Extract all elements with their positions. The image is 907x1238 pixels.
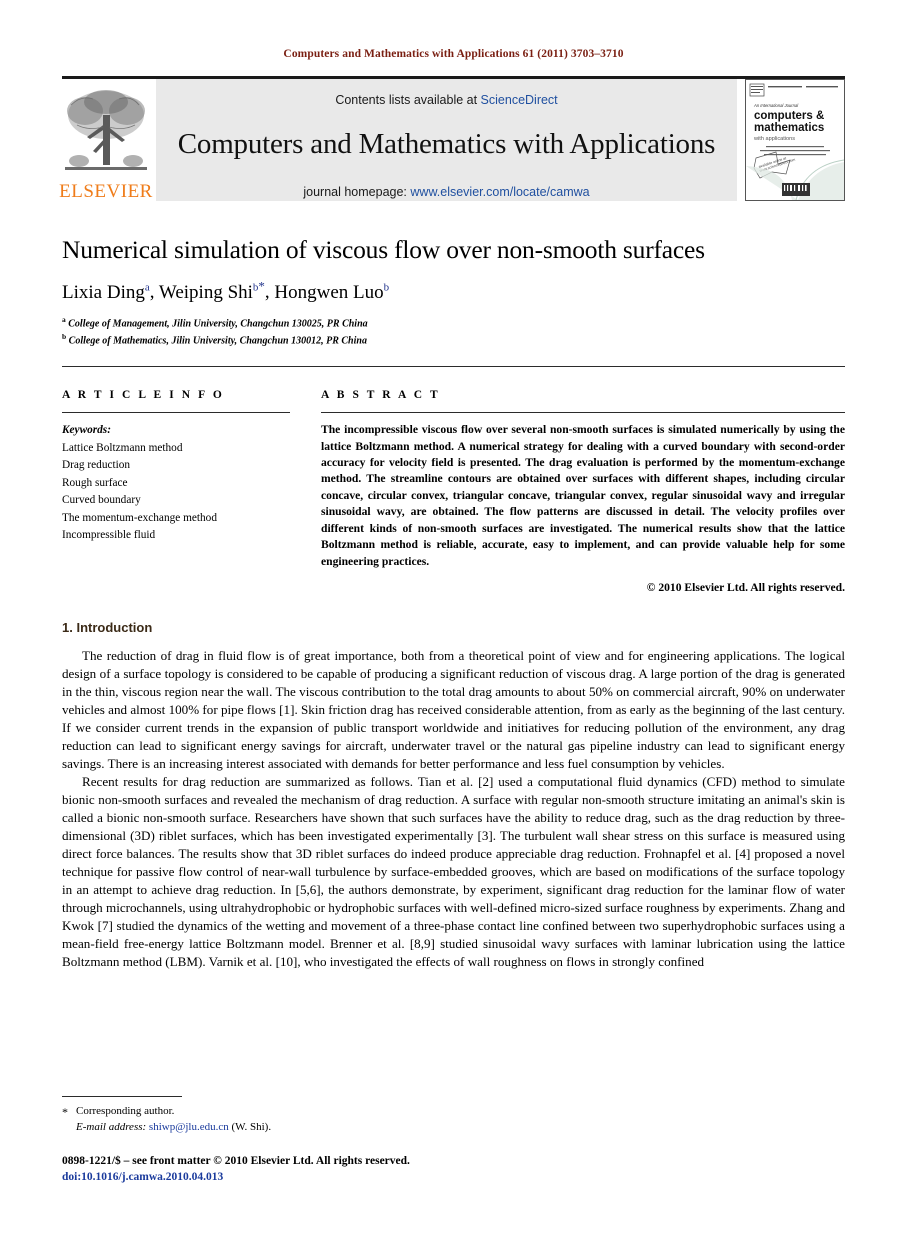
- elsevier-logo: ELSEVIER: [59, 79, 153, 202]
- contents-prefix: Contents lists available at: [335, 93, 481, 107]
- elsevier-tree-icon: [65, 90, 147, 170]
- affiliation-marker: a: [62, 315, 66, 325]
- header-divider: [62, 366, 845, 368]
- abstract-copyright: © 2010 Elsevier Ltd. All rights reserved…: [646, 581, 845, 595]
- article-info-column: A R T I C L E I N F O Keywords: Lattice …: [62, 389, 290, 594]
- footnote-star-icon: *: [62, 1104, 68, 1119]
- article-title: Numerical simulation of viscous flow ove…: [62, 235, 705, 264]
- sciencedirect-link[interactable]: ScienceDirect: [481, 93, 558, 107]
- journal-cover-image: An International Journal computers & mat…: [746, 80, 844, 200]
- affiliation-marker: b: [62, 332, 67, 342]
- affiliation-list: a College of Management, Jilin Universit…: [62, 315, 845, 349]
- affiliation-a: a College of Management, Jilin Universit…: [62, 315, 845, 332]
- author-affiliation-marker: b: [383, 281, 390, 294]
- article-info-heading: A R T I C L E I N F O: [62, 389, 225, 402]
- introduction-paragraph-2: Recent results for drag reduction are su…: [62, 774, 845, 970]
- svg-text:mathematics: mathematics: [754, 122, 824, 134]
- column-gap: [290, 389, 321, 594]
- author-list: Lixia Dinga, Weiping Shib*, Hongwen Luob: [62, 278, 845, 304]
- abstract-column: A B S T R A C T The incompressible visco…: [321, 389, 845, 594]
- keyword-item: Incompressible fluid: [62, 529, 156, 542]
- page-footnotes: * Corresponding author. E-mail address: s…: [62, 1095, 845, 1186]
- affiliation-text: College of Management, Jilin University,…: [68, 318, 368, 330]
- abstract-heading: A B S T R A C T: [321, 389, 441, 402]
- corresponding-author-text: Corresponding author.: [76, 1104, 175, 1117]
- masthead-center: Contents lists available at ScienceDirec…: [156, 79, 737, 201]
- svg-text:An International Journal: An International Journal: [753, 103, 799, 108]
- abstract-text: The incompressible viscous flow over sev…: [321, 423, 845, 568]
- keywords-label: Keywords:: [62, 424, 111, 437]
- author-0: Lixia Dinga: [62, 281, 150, 303]
- email-link[interactable]: shiwp@jlu.edu.cn: [149, 1121, 229, 1133]
- contents-lists-line: Contents lists available at ScienceDirec…: [335, 93, 557, 107]
- footnote-rule: [62, 1095, 182, 1097]
- author-separator-1: ,: [264, 281, 275, 303]
- doi-line[interactable]: doi:10.1016/j.camwa.2010.04.013: [62, 1169, 845, 1186]
- keyword-item: Drag reduction: [62, 459, 131, 472]
- section-heading-introduction: 1. Introduction: [62, 620, 153, 636]
- info-abstract-region: A R T I C L E I N F O Keywords: Lattice …: [62, 389, 845, 594]
- email-label: E-mail address:: [76, 1121, 147, 1134]
- journal-cover-thumbnail: An International Journal computers & mat…: [745, 79, 845, 201]
- svg-text:computers &: computers &: [754, 110, 824, 122]
- journal-masthead: ELSEVIER Contents lists available at Sci…: [59, 76, 845, 202]
- journal-homepage-line: journal homepage: www.elsevier.com/locat…: [303, 185, 589, 199]
- affiliation-text: College of Mathematics, Jilin University…: [68, 335, 367, 347]
- author-1: Weiping Shib*: [158, 278, 265, 303]
- introduction-paragraph-1: The reduction of drag in fluid flow is o…: [62, 648, 845, 772]
- journal-title: Computers and Mathematics with Applicati…: [177, 128, 716, 160]
- svg-text:with applications: with applications: [753, 136, 795, 142]
- author-name: Hongwen Luo: [274, 281, 384, 303]
- author-name: Weiping Shi: [158, 281, 253, 303]
- keyword-item: Rough surface: [62, 476, 128, 489]
- author-separator-0: ,: [149, 281, 159, 303]
- keyword-item: Lattice Boltzmann method: [62, 441, 183, 454]
- journal-homepage-link[interactable]: www.elsevier.com/locate/camwa: [410, 185, 589, 199]
- keyword-item: Curved boundary: [62, 494, 141, 507]
- email-note: E-mail address: shiwp@jlu.edu.cn (W. Shi…: [62, 1119, 845, 1136]
- corresponding-author-note: * Corresponding author.: [62, 1103, 845, 1120]
- homepage-prefix: journal homepage:: [303, 185, 411, 199]
- elsevier-wordmark: ELSEVIER: [59, 181, 153, 202]
- email-suffix: (W. Shi).: [231, 1121, 272, 1134]
- running-head: Computers and Mathematics with Applicati…: [283, 48, 624, 60]
- article-info-rule: [62, 412, 290, 414]
- affiliation-b: b College of Mathematics, Jilin Universi…: [62, 332, 845, 349]
- abstract-rule: [321, 412, 845, 414]
- introduction-section: 1. Introduction The reduction of drag in…: [62, 620, 845, 971]
- author-name: Lixia Ding: [62, 281, 145, 303]
- journal-article-page: Computers and Mathematics with Applicati…: [0, 0, 907, 1238]
- keyword-item: The momentum-exchange method: [62, 511, 217, 524]
- issn-copyright-line: 0898-1221/$ – see front matter © 2010 El…: [62, 1154, 410, 1167]
- title-block: Numerical simulation of viscous flow ove…: [62, 201, 845, 349]
- author-2: Hongwen Luob: [274, 281, 390, 303]
